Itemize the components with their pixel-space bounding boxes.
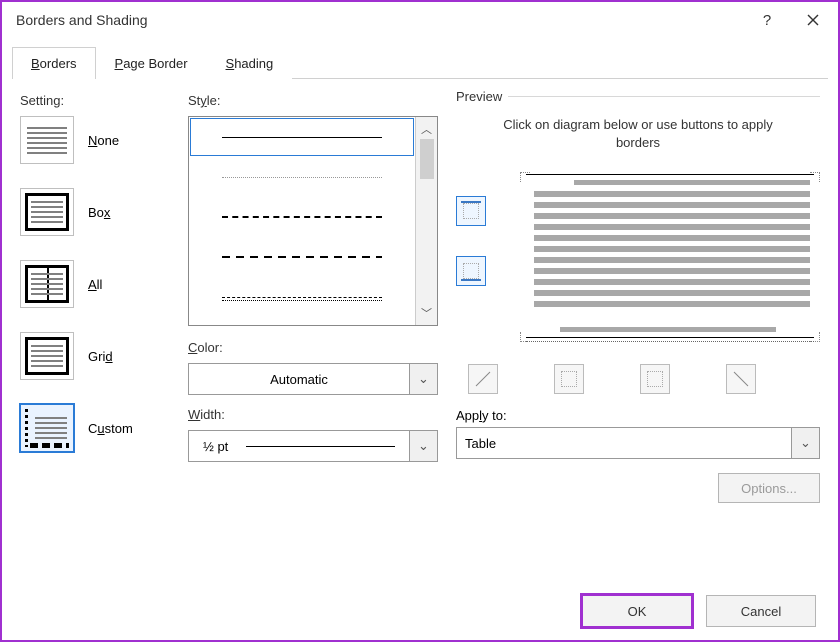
setting-box-label: Box [88,205,110,220]
preview-document [534,186,810,326]
width-sample-line [246,446,395,447]
preview-canvas[interactable] [506,166,820,346]
dialog-footer: OK Cancel [2,582,838,640]
border-top-button[interactable] [456,196,486,226]
setting-grid[interactable]: Grid [20,332,170,380]
setting-all-label: All [88,277,102,292]
preview-group: Preview Click on diagram below or use bu… [456,89,820,503]
setting-custom[interactable]: Custom [20,404,170,452]
chevron-down-icon: ⌄ [418,371,429,387]
dialog-body: Setting: None Box All [2,79,838,582]
color-dropdown-button[interactable]: ⌄ [409,364,437,394]
setting-none[interactable]: None [20,116,170,164]
style-option-solid[interactable] [189,117,415,157]
preview-instruction: Click on diagram below or use buttons to… [486,116,790,152]
style-option-dashdot[interactable] [189,277,415,317]
style-listbox[interactable]: ︿ ﹀ [188,116,438,326]
setting-box-icon [20,188,74,236]
setting-none-icon [20,116,74,164]
style-option-dotted[interactable] [189,157,415,197]
border-diag-up-button[interactable] [468,364,498,394]
style-column: Style: ︿ ﹀ Color: Automatic [188,89,438,582]
options-button[interactable]: Options... [718,473,820,503]
width-dropdown-button[interactable]: ⌄ [409,431,437,461]
scroll-down-icon[interactable]: ﹀ [421,305,432,321]
tab-page-border[interactable]: Page Border [96,47,207,79]
scroll-thumb[interactable] [420,139,434,179]
setting-grid-label: Grid [88,349,113,364]
apply-to-dropdown-button[interactable]: ⌄ [791,428,819,458]
help-button[interactable]: ? [744,2,790,38]
apply-to-label: Apply to: [456,408,820,423]
preview-area [456,166,820,346]
style-list [189,117,415,325]
style-option-dashed[interactable] [189,237,415,277]
tab-shading[interactable]: Shading [207,47,293,79]
setting-grid-icon [20,332,74,380]
chevron-down-icon: ⌄ [800,435,811,451]
scroll-up-icon[interactable]: ︿ [421,121,432,137]
width-value: ½ pt [189,439,409,454]
style-scrollbar[interactable]: ︿ ﹀ [415,117,437,325]
border-bottom-button[interactable] [456,256,486,286]
settings-label: Setting: [20,93,170,108]
preview-label: Preview [456,89,508,104]
tab-borders[interactable]: Borders [12,47,96,79]
style-label: Style: [188,93,438,108]
setting-custom-icon [20,404,74,452]
window-title: Borders and Shading [16,12,744,28]
preview-horizontal-buttons [456,346,820,394]
tab-strip: Borders Page Border Shading [2,38,838,78]
chevron-down-icon: ⌄ [418,438,429,454]
title-bar: Borders and Shading ? [2,2,838,38]
setting-all-icon [20,260,74,308]
style-option-dashed-wide[interactable] [189,197,415,237]
border-diag-down-button[interactable] [726,364,756,394]
close-icon [807,14,819,26]
dialog-window: Borders and Shading ? Borders Page Borde… [0,0,840,642]
cancel-button[interactable]: Cancel [706,595,816,627]
settings-column: Setting: None Box All [20,89,170,582]
setting-none-label: None [88,133,119,148]
apply-to-value: Table [457,436,791,451]
setting-all[interactable]: All [20,260,170,308]
color-label: Color: [188,340,438,355]
border-left-button[interactable] [554,364,584,394]
preview-vertical-buttons [456,166,506,346]
width-combo[interactable]: ½ pt ⌄ [188,430,438,462]
diagonal-up-icon [473,369,493,389]
close-button[interactable] [790,2,836,38]
preview-column: Preview Click on diagram below or use bu… [456,89,820,582]
width-label: Width: [188,407,438,422]
setting-custom-label: Custom [88,421,133,436]
diagonal-down-icon [731,369,751,389]
color-value: Automatic [189,372,409,387]
setting-box[interactable]: Box [20,188,170,236]
apply-to-combo[interactable]: Table ⌄ [456,427,820,459]
ok-button[interactable]: OK [582,595,692,627]
options-row: Options... [456,473,820,503]
border-right-button[interactable] [640,364,670,394]
color-combo[interactable]: Automatic ⌄ [188,363,438,395]
